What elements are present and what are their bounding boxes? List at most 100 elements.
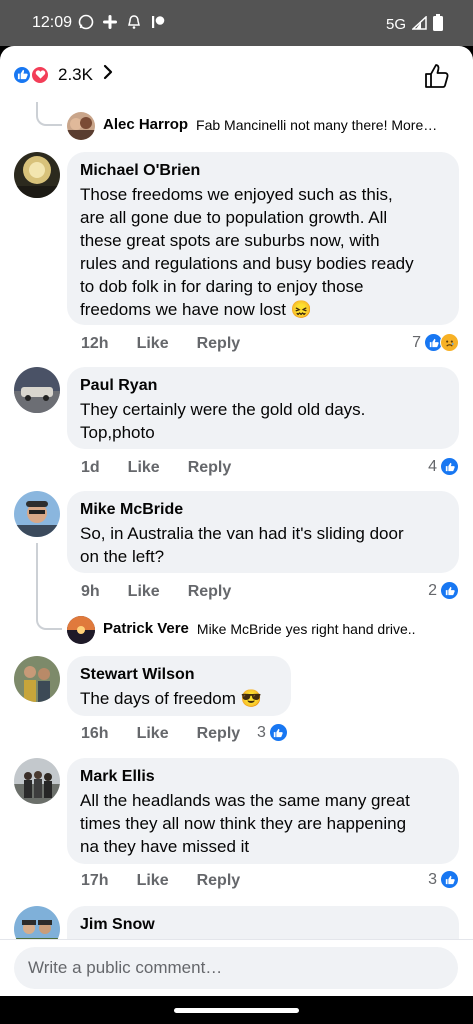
comment-actions: 16h Like Reply — [81, 725, 240, 743]
comment-line: na they have missed it — [80, 837, 250, 856]
reply-alec-harrop[interactable]: Alec Harrop Fab Mancinelli not many ther… — [103, 116, 437, 133]
comment-reactions[interactable]: 2 — [428, 581, 459, 600]
like-reaction-icon — [12, 64, 32, 85]
like-button[interactable]: Like — [137, 335, 169, 353]
comment-reactions[interactable]: 4 — [428, 457, 459, 476]
reply-patrick-vere[interactable]: Patrick Vere Mike McBride yes right hand… — [103, 620, 416, 637]
comment-bubble[interactable]: Mike McBride So, in Australia the van ha… — [67, 491, 459, 573]
comment-actions: 17h Like Reply — [81, 872, 240, 890]
status-time: 12:09 — [32, 14, 73, 31]
avatar-stewart-wilson[interactable] — [14, 656, 60, 702]
comment-text: They certainly were the gold old days. T… — [80, 398, 446, 444]
reply-text: Mike McBride yes right hand drive.. — [196, 620, 416, 637]
avatar-paul-ryan[interactable] — [14, 367, 60, 413]
comment-line: The days of freedom 😎 — [80, 689, 262, 708]
reply-button[interactable]: Reply — [197, 725, 241, 743]
avatar-mark-ellis[interactable] — [14, 758, 60, 804]
reply-button[interactable]: Reply — [188, 459, 232, 477]
reaction-count: 2.3K — [58, 64, 93, 84]
comment-line: times they all now think they are happen… — [80, 814, 407, 833]
like-reaction-icon — [440, 457, 459, 476]
comment-input[interactable] — [14, 947, 458, 989]
comment-text: So, in Australia the van had it's slidin… — [80, 522, 446, 568]
comment-line: are all gone due to population growth. A… — [80, 208, 388, 227]
network-label: 5G — [385, 16, 406, 33]
reply-text: Fab Mancinelli not many there! More… — [196, 116, 438, 133]
comment-bubble[interactable]: Paul Ryan They certainly were the gold o… — [67, 367, 459, 449]
comment-text: The days of freedom 😎 — [80, 687, 278, 710]
reaction-count: 7 — [412, 333, 421, 351]
avatar-mike-mcbride[interactable] — [14, 491, 60, 537]
reaction-count: 3 — [257, 723, 266, 741]
comment-line: Top,photo — [80, 423, 155, 442]
comment-bubble[interactable]: Mark Ellis All the headlands was the sam… — [67, 758, 459, 864]
reply-button[interactable]: Reply — [197, 872, 241, 890]
reaction-count: 4 — [428, 457, 437, 475]
comment-time: 12h — [81, 335, 109, 352]
whatsapp-icon — [78, 14, 94, 35]
thread-connector — [36, 102, 62, 126]
comment-actions: 12h Like Reply — [81, 335, 240, 353]
comment-author[interactable]: Jim Snow — [80, 915, 446, 935]
chevron-right-icon — [103, 64, 113, 85]
like-button[interactable]: Like — [137, 725, 169, 743]
home-gesture-handle[interactable] — [174, 1008, 299, 1013]
comment-author[interactable]: Mark Ellis — [80, 767, 446, 787]
composer-bar — [0, 939, 473, 996]
thumbs-up-outline-icon[interactable] — [423, 62, 451, 90]
thread-connector — [36, 543, 62, 630]
reply-button[interactable]: Reply — [197, 335, 241, 353]
like-button[interactable]: Like — [128, 583, 160, 601]
like-button[interactable]: Like — [128, 459, 160, 477]
avatar-michael-obrien[interactable] — [14, 152, 60, 198]
comment-line: freedoms we have now lost 😖 — [80, 300, 312, 319]
reply-button[interactable]: Reply — [188, 583, 232, 601]
comment-line: to dob folk in for daring to enjoy those — [80, 277, 364, 296]
comment-reactions[interactable]: 3 — [257, 723, 288, 742]
patreon-icon — [150, 14, 166, 35]
comment-actions: 9h Like Reply — [81, 583, 231, 601]
reaction-summary[interactable]: 2.3K — [12, 64, 113, 85]
comment-author[interactable]: Paul Ryan — [80, 376, 446, 396]
comment-line: rules and regulations and busy bodies re… — [80, 254, 414, 273]
like-button[interactable]: Like — [137, 872, 169, 890]
comment-bubble[interactable]: Stewart Wilson The days of freedom 😎 — [67, 656, 291, 716]
comment-reactions[interactable]: 3 — [428, 870, 459, 889]
comment-reactions[interactable]: 7 — [412, 333, 459, 352]
reaction-count: 3 — [428, 870, 437, 888]
reactions-header: 2.3K — [0, 46, 473, 102]
sad-reaction-icon — [440, 333, 459, 352]
notification-bell-icon — [126, 14, 142, 35]
comment-actions: 1d Like Reply — [81, 459, 231, 477]
status-bar: 12:09 5G — [0, 0, 473, 46]
comment-author[interactable]: Stewart Wilson — [80, 665, 278, 685]
comment-text: Those freedoms we enjoyed such as this, … — [80, 183, 446, 321]
comment-line: Those freedoms we enjoyed such as this, — [80, 185, 393, 204]
reaction-count: 2 — [428, 581, 437, 599]
like-reaction-icon — [268, 723, 288, 742]
notification-icons — [78, 14, 166, 35]
comment-time: 9h — [81, 583, 100, 600]
comment-line: on the left? — [80, 547, 165, 566]
comment-text: All the headlands was the same many grea… — [80, 789, 446, 858]
comment-time: 16h — [81, 725, 109, 742]
comment-time: 1d — [81, 459, 100, 476]
like-reaction-icon — [440, 581, 459, 600]
comment-author[interactable]: Mike McBride — [80, 500, 446, 520]
comment-line: these great spots are suburbs now, with — [80, 231, 380, 250]
battery-icon — [433, 14, 443, 35]
reply-author[interactable]: Alec Harrop — [103, 116, 188, 133]
reply-author[interactable]: Patrick Vere — [103, 620, 189, 637]
avatar-patrick-vere[interactable] — [67, 616, 95, 644]
avatar-alec-harrop[interactable] — [67, 112, 95, 140]
love-reaction-icon — [30, 64, 50, 85]
comment-author[interactable]: Michael O'Brien — [80, 161, 446, 181]
comment-bubble[interactable]: Michael O'Brien Those freedoms we enjoye… — [67, 152, 459, 325]
status-right: 5G — [386, 14, 443, 35]
comment-line: So, in Australia the van had it's slidin… — [80, 524, 404, 543]
system-nav-bar — [0, 996, 473, 1024]
slack-icon — [102, 14, 118, 35]
comment-line: They certainly were the gold old days. — [80, 400, 366, 419]
comment-time: 17h — [81, 872, 109, 889]
like-reaction-icon — [440, 870, 459, 889]
